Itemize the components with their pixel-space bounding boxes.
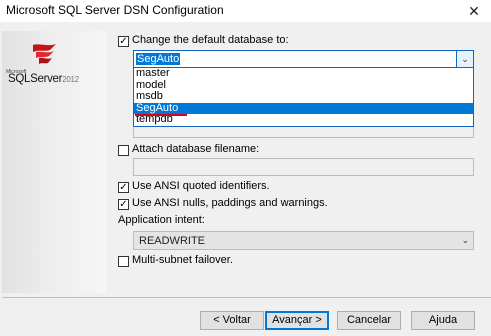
attach-db-filename-input[interactable]	[133, 158, 474, 176]
chevron-down-icon: ⌄	[461, 235, 469, 245]
dropdown-option-model[interactable]: model	[134, 79, 473, 92]
attach-db-checkbox[interactable]	[118, 145, 129, 156]
ansi-quoted-checkbox[interactable]: ✓	[118, 182, 129, 193]
ansi-quoted-label: Use ANSI quoted identifiers.	[132, 180, 270, 192]
cancel-button[interactable]: Cancelar	[337, 311, 401, 330]
ansi-nulls-checkbox[interactable]: ✓	[118, 199, 129, 210]
default-db-dropdown-list: master model msdb SegAuto tempdb	[133, 67, 474, 127]
close-button[interactable]: ✕	[457, 0, 491, 22]
dropdown-option-master[interactable]: master	[134, 67, 473, 80]
attach-db-label: Attach database filename:	[132, 143, 260, 155]
logo-sqlserver-text: SQLServer2012	[8, 73, 79, 85]
red-underline-mark	[135, 114, 187, 116]
logo-product-name: SQLServer	[8, 73, 63, 85]
change-default-db-checkbox[interactable]: ✓	[118, 36, 129, 47]
multisubnet-checkbox[interactable]	[118, 256, 129, 267]
dropdown-option-msdb[interactable]: msdb	[134, 91, 473, 103]
disabled-field-behind-dropdown	[133, 126, 474, 138]
dropdown-option-tempdb[interactable]: tempdb	[134, 114, 473, 126]
back-button[interactable]: < Voltar	[200, 311, 264, 330]
chevron-down-icon[interactable]: ⌄	[456, 51, 473, 67]
footer-separator	[2, 297, 491, 298]
app-intent-select[interactable]: READWRITE ⌄	[133, 231, 474, 250]
help-button[interactable]: Ajuda	[411, 311, 475, 330]
change-default-db-label: Change the default database to:	[132, 34, 289, 46]
window-title: Microsoft SQL Server DSN Configuration	[6, 3, 224, 17]
app-intent-label: Application intent:	[118, 214, 205, 226]
default-db-select[interactable]: SegAuto ⌄	[133, 50, 474, 68]
sql-server-logo-icon	[33, 44, 56, 64]
dropdown-option-segauto[interactable]: SegAuto	[134, 102, 473, 115]
logo-version: 2012	[62, 75, 79, 84]
default-db-selected-value: SegAuto	[136, 53, 181, 65]
app-intent-value: READWRITE	[139, 235, 205, 247]
next-button[interactable]: Avançar >	[265, 311, 329, 330]
ansi-nulls-label: Use ANSI nulls, paddings and warnings.	[132, 197, 328, 209]
multisubnet-label: Multi-subnet failover.	[132, 254, 233, 266]
